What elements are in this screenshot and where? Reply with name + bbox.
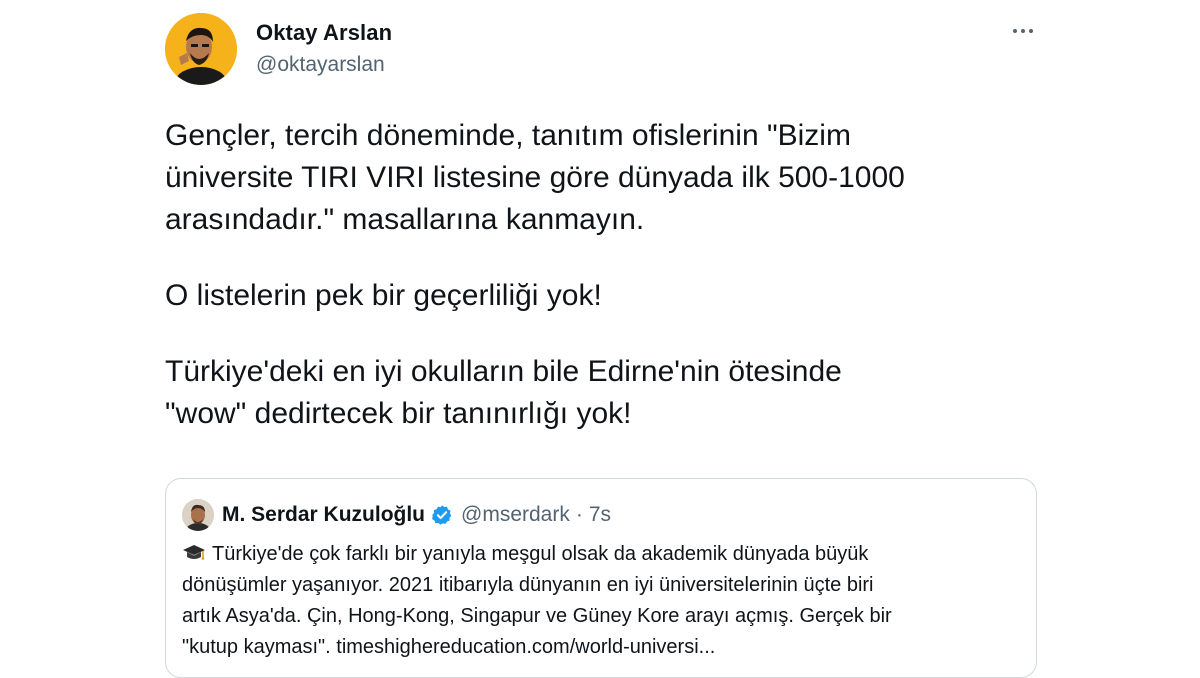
author-name[interactable]: Oktay Arslan — [256, 20, 392, 46]
more-dots-icon — [1013, 29, 1017, 33]
quoted-author-avatar[interactable] — [182, 499, 214, 531]
quoted-tweet-body: Türkiye'de çok farklı bir yanıyla meşgul… — [182, 543, 892, 658]
author-avatar[interactable] — [165, 13, 237, 85]
tweet-paragraph: O listelerin pek bir geçerliliği yok! — [165, 279, 602, 312]
quoted-tweet-header: M. Serdar Kuzuloğlu @mserdark · 7s — [182, 497, 611, 533]
tweet: Oktay Arslan @oktayarslan Gençler, terci… — [0, 0, 1200, 678]
quoted-author-name[interactable]: M. Serdar Kuzuloğlu — [222, 503, 425, 527]
quoted-tweet-text: Türkiye'de çok farklı bir yanıyla meşgul… — [182, 539, 1027, 663]
quoted-tweet-card[interactable]: M. Serdar Kuzuloğlu @mserdark · 7s Türki… — [165, 478, 1037, 678]
verified-badge-icon — [431, 504, 453, 526]
tweet-text: Gençler, tercih döneminde, tanıtım ofisl… — [165, 115, 1045, 469]
avatar-image — [165, 13, 237, 85]
header-separator: · — [575, 503, 583, 526]
more-options-button[interactable] — [1003, 16, 1043, 46]
author-handle[interactable]: @oktayarslan — [256, 53, 385, 77]
tweet-paragraph: Gençler, tercih döneminde, tanıtım ofisl… — [165, 119, 905, 236]
quoted-tweet-time[interactable]: 7s — [589, 503, 611, 527]
tweet-paragraph: Türkiye'deki en iyi okulların bile Edirn… — [165, 355, 842, 430]
quoted-author-handle[interactable]: @mserdark — [461, 503, 570, 527]
graduation-cap-icon — [182, 543, 206, 563]
